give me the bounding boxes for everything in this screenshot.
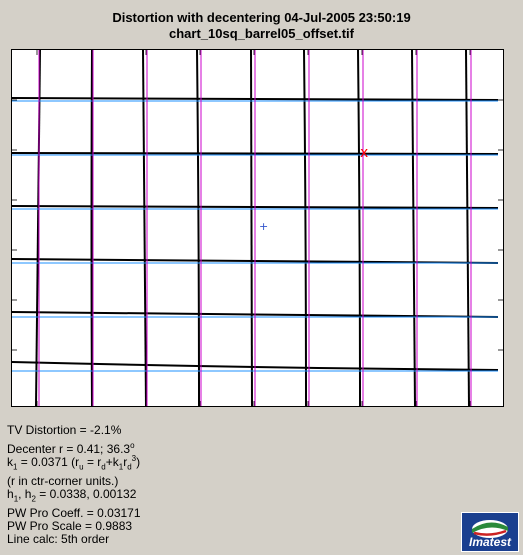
measured-vline: [465, 50, 470, 406]
tv-distortion: TV Distortion = -2.1%: [7, 423, 122, 437]
measured-lines-vertical: [35, 50, 470, 406]
measured-vline: [357, 50, 361, 406]
measured-vline: [411, 50, 416, 406]
measured-vline: [196, 50, 200, 406]
measured-vline: [142, 50, 147, 406]
logo-text: Imatest: [468, 535, 512, 549]
results-panel: TV Distortion = -2.1% Decenter r = 0.41;…: [7, 424, 141, 546]
distortion-plot: + x: [11, 49, 504, 407]
k1-line: k1 = 0.0371 (ru = rd+k1rd3): [7, 454, 141, 472]
h-coefficients: h1, h2 = 0.0338, 0.00132: [7, 487, 137, 504]
plot-ticks: [12, 50, 503, 406]
imatest-logo: Imatest: [461, 512, 519, 552]
title-line-2: chart_10sq_barrel05_offset.tif: [169, 26, 354, 41]
measured-vline: [250, 50, 253, 406]
chart-title: Distortion with decentering 04-Jul-2005 …: [0, 10, 523, 42]
measured-vline: [90, 50, 93, 406]
center-marker: +: [259, 220, 268, 233]
line-calc: Line calc: 5th order: [7, 532, 110, 546]
measured-vline: [303, 50, 307, 406]
x-marker: x: [360, 145, 368, 161]
title-line-1: Distortion with decentering 04-Jul-2005 …: [112, 10, 411, 25]
fitted-lines-vertical: [38, 50, 472, 406]
distortion-plot-svg: + x: [12, 50, 503, 406]
